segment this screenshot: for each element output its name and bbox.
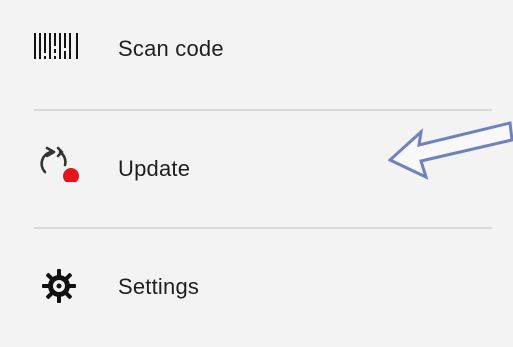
menu-item-label: Scan code [118,36,224,61]
left-arrow-callout-icon [388,121,513,180]
divider [34,109,492,111]
divider [34,227,492,229]
update-badge-icon [63,168,79,182]
gear-icon [42,269,76,303]
menu-item-scan-code[interactable]: Scan code [0,0,513,110]
menu-item-settings[interactable]: Settings [0,230,513,347]
menu-screen: Scan code Update Settings [0,0,513,347]
barcode-icon [34,33,78,59]
menu-item-label: Settings [118,274,200,299]
menu-item-label: Update [118,156,191,181]
refresh-update-icon [40,146,79,182]
